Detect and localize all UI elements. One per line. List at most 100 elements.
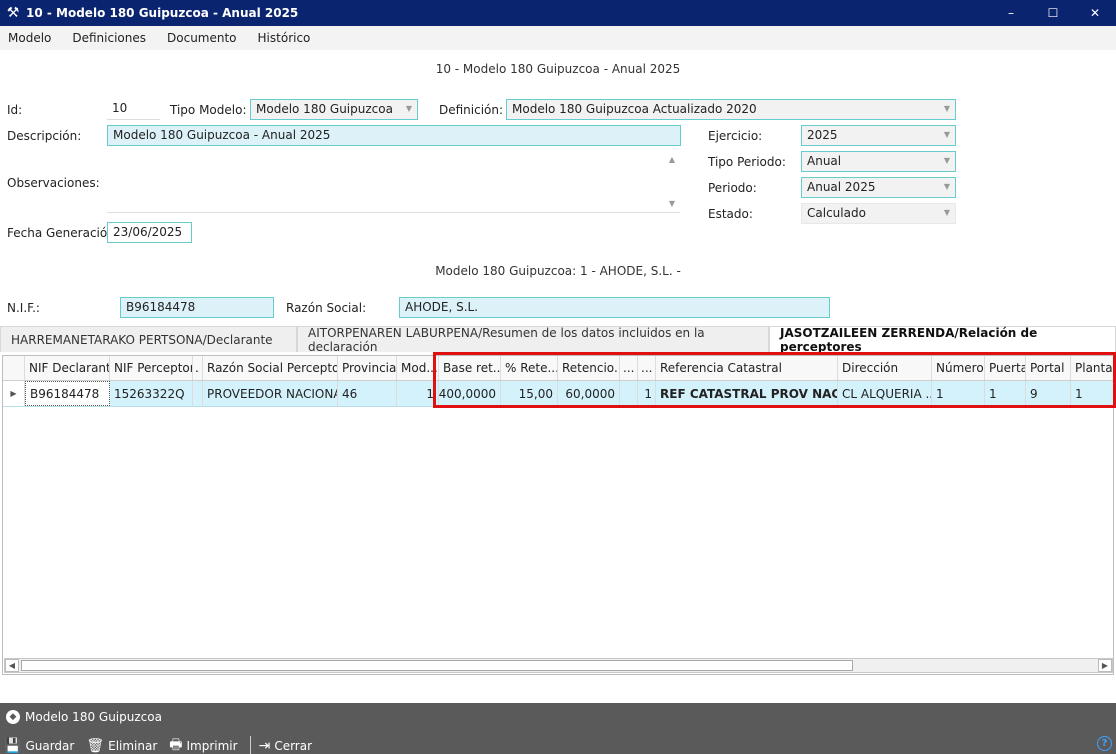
cell-modalidad[interactable]: 1 [397,381,439,406]
razon-social-value: AHODE, S.L. [405,300,479,314]
col-dot[interactable]: . [193,356,203,380]
definicion-select[interactable]: Modelo 180 Guipuzcoa Actualizado 2020 ▼ [506,99,956,120]
maximize-button[interactable]: ☐ [1032,0,1074,26]
col-direccion[interactable]: Dirección [838,356,932,380]
table-row[interactable]: ▶ B96184478 15263322Q PROVEEDOR NACIONAL… [3,381,1113,407]
chevron-down-icon: ▼ [405,104,412,113]
observaciones-textarea[interactable]: ▲ ▼ [107,151,680,213]
chevron-down-icon: ▼ [943,156,950,165]
scroll-down-icon[interactable]: ▼ [669,199,675,208]
delete-button[interactable]: 🗑 Eliminar [86,738,157,754]
cell-base-retencion[interactable]: 400,0000 [439,381,501,406]
razon-social-label: Razón Social: [286,301,367,315]
scroll-up-icon[interactable]: ▲ [669,155,675,164]
periodo-select[interactable]: Anual 2025 ▼ [801,177,956,198]
menu-definiciones[interactable]: Definiciones [72,31,146,45]
col-provincia[interactable]: Provincia [338,356,397,380]
tab-declarante[interactable]: HARREMANETARAKO PERTSONA/Declarante [0,326,297,352]
cell-direccion[interactable]: CL ALQUERIA ... [838,381,932,406]
menu-bar: Modelo Definiciones Documento Histórico [0,26,1116,50]
estado-label: Estado: [708,207,753,221]
scroll-left-icon[interactable]: ◀ [5,659,19,672]
observaciones-label: Observaciones: [7,176,100,190]
col-referencia-catastral[interactable]: Referencia Catastral [656,356,838,380]
tab-strip: HARREMANETARAKO PERTSONA/Declarante AITO… [0,326,1116,354]
estado-select[interactable]: Calculado ▼ [801,203,956,224]
cell-puerta[interactable]: 1 [985,381,1026,406]
tab-perceptores[interactable]: JASOTZAILEEN ZERRENDA/Relación de percep… [769,326,1116,354]
cell-referencia-catastral[interactable]: REF CATASTRAL PROV NACIO... [656,381,838,406]
menu-historico[interactable]: Histórico [258,31,311,45]
col-razon-social[interactable]: Razón Social Perceptor [203,356,338,380]
ejercicio-select[interactable]: 2025 ▼ [801,125,956,146]
col-nif-declarante[interactable]: NIF Declarante [25,356,110,380]
cell-nif-declarante[interactable]: B96184478 [25,381,110,406]
scrollbar-thumb[interactable] [21,660,853,671]
periodo-label: Periodo: [708,181,757,195]
save-icon: 💾 [4,738,22,754]
col-numero[interactable]: Número [932,356,985,380]
chevron-down-icon: ▼ [943,104,950,113]
ejercicio-value: 2025 [807,128,838,142]
cell-ellipsis-1[interactable] [620,381,638,406]
minimize-button[interactable]: – [990,0,1032,26]
fecha-generacion-value: 23/06/2025 [113,225,183,239]
print-button[interactable]: 🖶 Imprimir [169,734,237,754]
col-base-retencion[interactable]: Base ret... [439,356,501,380]
nif-value: B96184478 [126,300,196,314]
col-modalidad[interactable]: Mod... [397,356,439,380]
close-label: Cerrar [274,739,313,753]
close-window-button[interactable]: ✕ [1074,0,1116,26]
printer-icon: 🖶 [169,737,183,753]
id-field[interactable]: 10 [107,99,160,120]
id-label: Id: [7,103,23,117]
cell-retenciones[interactable]: 60,0000 [558,381,620,406]
cell-planta[interactable]: 1 [1071,381,1113,406]
cell-razon-social[interactable]: PROVEEDOR NACIONAL [203,381,338,406]
chevron-down-icon: ▼ [943,182,950,191]
horizontal-scrollbar[interactable]: ◀ ▶ [4,658,1113,673]
cell-porcentaje-retencion[interactable]: 15,00 [501,381,558,406]
form-diamond-icon: ◆ [6,710,20,724]
estado-value: Calculado [807,206,866,220]
definicion-label: Definición: [439,103,504,117]
tab-resumen[interactable]: AITORPENAREN LABURPENA/Resumen de los da… [297,326,769,354]
fecha-generacion-input[interactable]: 23/06/2025 [107,222,192,243]
tipo-periodo-value: Anual [807,154,842,168]
menu-documento[interactable]: Documento [167,31,237,45]
save-label: Guardar [25,739,75,753]
col-retenciones[interactable]: Retencio... [558,356,620,380]
cell-portal[interactable]: 9 [1026,381,1071,406]
declarante-caption: Modelo 180 Guipuzcoa: 1 - AHODE, S.L. - [435,264,681,278]
razon-social-input[interactable]: AHODE, S.L. [399,297,830,318]
exit-icon: ⇥ [258,738,271,754]
close-button[interactable]: ⇥ Cerrar [259,738,312,754]
descripcion-input[interactable]: Modelo 180 Guipuzcoa - Anual 2025 [107,125,681,146]
cell-ellipsis-2[interactable]: 1 [638,381,656,406]
col-ellipsis-2[interactable]: ... [638,356,656,380]
tipo-modelo-select[interactable]: Modelo 180 Guipuzcoa ▼ [250,99,418,120]
cell-provincia[interactable]: 46 [338,381,397,406]
title-bar: ⚒ 10 - Modelo 180 Guipuzcoa - Anual 2025… [0,0,1116,26]
scroll-right-icon[interactable]: ▶ [1098,659,1112,672]
ejercicio-label: Ejercicio: [708,129,763,143]
cell-nif-perceptor[interactable]: 15263322Q [110,381,193,406]
col-nif-perceptor[interactable]: NIF Perceptor [110,356,193,380]
menu-modelo[interactable]: Modelo [8,31,51,45]
cell-numero[interactable]: 1 [932,381,985,406]
id-value: 10 [112,101,128,115]
save-button[interactable]: 💾 Guardar [4,738,74,754]
col-planta[interactable]: Planta [1071,356,1113,380]
col-portal[interactable]: Portal [1026,356,1071,380]
col-puerta[interactable]: Puerta [985,356,1026,380]
tipo-periodo-select[interactable]: Anual ▼ [801,151,956,172]
toolbar-divider [249,736,251,754]
toolbar: 💾 Guardar 🗑 Eliminar 🖶 Imprimir ⇥ Cerrar [4,734,324,754]
col-porcentaje-retencion[interactable]: % Rete... [501,356,558,380]
col-ellipsis-1[interactable]: ... [620,356,638,380]
help-icon[interactable]: ? [1097,736,1112,751]
fecha-generacion-label: Fecha Generación: [7,226,119,240]
row-selector-arrow-icon[interactable]: ▶ [3,381,25,406]
nif-input[interactable]: B96184478 [120,297,274,318]
cell-dot[interactable] [193,381,203,406]
